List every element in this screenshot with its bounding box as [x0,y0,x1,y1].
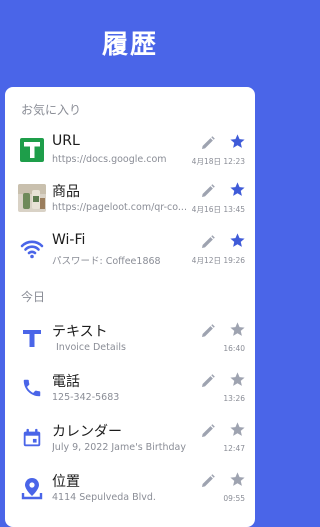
edit-icon[interactable] [200,373,216,389]
edit-icon[interactable] [200,423,216,439]
star-icon[interactable] [229,371,246,388]
item-timestamp: 13:26 [223,394,245,403]
section-label-today: 今日 [21,290,46,304]
item-subtitle: July 9, 2022 Jame's Birthday [52,442,186,453]
star-icon[interactable] [229,232,246,249]
star-icon[interactable] [229,181,246,198]
text-icon [18,324,46,352]
item-title: カレンダー [52,424,122,440]
history-item-phone[interactable]: 電話 125-342-5683 13:26 [5,367,255,413]
history-item-product[interactable]: 商品 https://pageloot.com/qr-co... 4月16日 1… [5,177,255,223]
edit-icon[interactable] [200,323,216,339]
edit-icon[interactable] [200,234,216,250]
item-subtitle: https://docs.google.com [52,154,167,165]
edit-icon[interactable] [200,183,216,199]
item-timestamp: 4月16日 13:45 [191,205,245,214]
history-item-wifi[interactable]: Wi-Fi パスワード: Coffee1868 4月12日 19:26 [5,228,255,274]
star-icon[interactable] [229,421,246,438]
location-icon [18,474,46,502]
item-timestamp: 4月12日 19:26 [191,256,245,265]
google-sheets-icon [18,136,46,164]
header: 履歴 [0,0,260,88]
item-title: 商品 [52,184,80,200]
item-timestamp: 16:40 [223,344,245,353]
item-timestamp: 12:47 [223,444,245,453]
page-title: 履歴 [101,29,158,60]
history-item-text[interactable]: テキスト Invoice Details 16:40 [5,317,255,363]
item-subtitle: Invoice Details [56,342,126,353]
history-sheet: お気に入り URL https://docs.google.com 4月18日 … [5,87,255,527]
phone-icon [18,374,46,402]
calendar-icon [18,424,46,452]
star-icon[interactable] [229,321,246,338]
item-subtitle: 4114 Sepulveda Blvd. [52,492,156,503]
item-timestamp: 4月18日 12:23 [191,157,245,166]
edit-icon[interactable] [200,473,216,489]
edit-icon[interactable] [200,135,216,151]
product-thumbnail [18,184,46,212]
history-item-location[interactable]: 位置 4114 Sepulveda Blvd. 09:55 [5,467,255,513]
item-title: 位置 [52,474,80,490]
star-icon[interactable] [229,133,246,150]
history-item-url[interactable]: URL https://docs.google.com 4月18日 12:23 [5,129,255,175]
item-title: URL [52,133,80,149]
item-subtitle: 125-342-5683 [52,392,120,403]
item-title: Wi-Fi [52,232,86,248]
section-label-favorites: お気に入り [21,103,82,117]
wifi-icon [18,235,46,263]
item-subtitle: パスワード: Coffee1868 [52,256,161,267]
item-title: 電話 [52,374,80,390]
item-subtitle: https://pageloot.com/qr-co... [52,202,187,213]
item-timestamp: 09:55 [223,494,245,503]
item-title: テキスト [52,324,108,340]
history-item-calendar[interactable]: カレンダー July 9, 2022 Jame's Birthday 12:47 [5,417,255,463]
star-icon[interactable] [229,471,246,488]
